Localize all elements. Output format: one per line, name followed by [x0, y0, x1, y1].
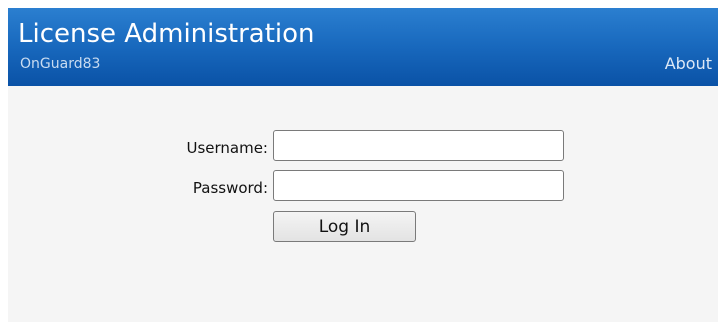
about-link[interactable]: About: [665, 53, 712, 75]
app-title: License Administration: [18, 19, 315, 49]
username-input[interactable]: [273, 130, 564, 161]
password-label: Password:: [192, 179, 268, 197]
app-header: License Administration OnGuard83 About: [8, 8, 718, 86]
login-panel: Username: Password: Log In: [8, 86, 718, 322]
password-input[interactable]: [273, 170, 564, 201]
log-in-button[interactable]: Log In: [273, 211, 416, 242]
server-name: OnGuard83: [20, 56, 101, 72]
username-label: Username:: [186, 139, 268, 157]
license-admin-page: License Administration OnGuard83 About U…: [0, 0, 718, 322]
